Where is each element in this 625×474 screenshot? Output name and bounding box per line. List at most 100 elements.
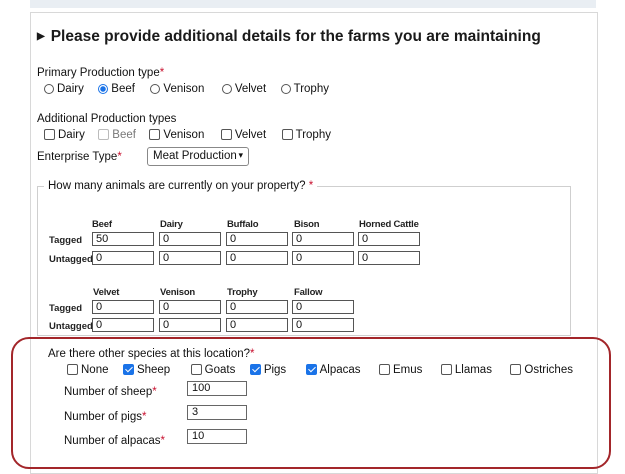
number-of-pigs-label-text: Number of pigs [64, 411, 142, 423]
checkbox-llamas[interactable]: Llamas [440, 364, 492, 376]
required-marker: * [117, 151, 122, 163]
checkbox-icon[interactable] [67, 364, 78, 375]
radio-icon[interactable] [150, 84, 161, 94]
input-untagged-velvet[interactable]: 0 [92, 318, 154, 332]
number-of-sheep-label-text: Number of sheep [64, 386, 153, 398]
radio-label: Velvet [234, 83, 267, 95]
radio-trophy[interactable]: Trophy [280, 83, 329, 95]
radio-label: Venison [163, 83, 205, 95]
number-of-alpacas-label: Number of alpacas* [64, 435, 165, 447]
input-untagged-venison[interactable]: 0 [159, 318, 221, 332]
radio-label: Beef [111, 83, 135, 95]
checkbox-emus[interactable]: Emus [379, 364, 422, 376]
section-title-text: Please provide additional details for th… [50, 28, 541, 45]
col-header-horned-cattle: Horned Cattle [359, 219, 419, 230]
checkbox-icon[interactable] [220, 129, 232, 140]
number-of-pigs-input[interactable]: 3 [187, 405, 247, 420]
radio-beef[interactable]: Beef [98, 83, 135, 95]
checkbox-icon[interactable] [149, 129, 161, 140]
enterprise-type-select[interactable]: Meat Production ▾ [147, 147, 249, 166]
radio-label: Trophy [293, 83, 329, 95]
col-header-trophy: Trophy [227, 287, 258, 298]
additional-production-options: Dairy Beef Venison Velvet Trophy [44, 127, 345, 145]
col-header-venison: Venison [160, 287, 196, 298]
checkbox-none[interactable]: None [67, 364, 109, 376]
primary-production-label-text: Primary Production type [37, 67, 160, 79]
additional-production-label: Additional Production types [37, 113, 177, 125]
required-marker: * [159, 67, 165, 79]
other-species-options: None Sheep Goats Pigs Alpacas Emus Llama… [67, 362, 587, 380]
input-untagged-horned-cattle[interactable]: 0 [358, 251, 420, 265]
col-header-beef: Beef [92, 219, 112, 230]
checkbox-icon[interactable] [281, 129, 293, 140]
row-header-tagged: Tagged [49, 303, 83, 314]
checkbox-label: Velvet [234, 128, 267, 141]
required-marker: * [308, 180, 314, 192]
input-untagged-fallow[interactable]: 0 [292, 318, 354, 332]
checkbox-label: Emus [393, 363, 423, 376]
checkbox-label: Pigs [263, 363, 287, 376]
input-tagged-horned-cattle[interactable]: 0 [358, 232, 420, 246]
radio-label: Dairy [57, 83, 84, 95]
section-title[interactable]: ▶ Please provide additional details for t… [37, 28, 541, 46]
checkbox-additional-dairy[interactable]: Dairy [44, 129, 85, 141]
chevron-down-icon: ▾ [238, 150, 243, 160]
input-untagged-dairy[interactable]: 0 [159, 251, 221, 265]
input-tagged-bison[interactable]: 0 [292, 232, 354, 246]
required-marker: * [160, 435, 166, 447]
checkbox-icon[interactable] [190, 364, 202, 375]
other-species-label: Are there other species at this location… [48, 348, 255, 360]
input-tagged-trophy[interactable]: 0 [226, 300, 288, 314]
input-tagged-velvet[interactable]: 0 [92, 300, 154, 314]
checkbox-icon[interactable] [379, 364, 391, 375]
radio-velvet[interactable]: Velvet [221, 83, 267, 95]
input-tagged-fallow[interactable]: 0 [292, 300, 354, 314]
checkbox-disabled-icon [98, 129, 110, 140]
checkbox-label: Dairy [58, 128, 85, 141]
enterprise-type-value: Meat Production [153, 150, 237, 162]
checkbox-goats[interactable]: Goats [190, 364, 235, 376]
checkbox-ostriches[interactable]: Ostriches [510, 364, 573, 376]
checkbox-label: Venison [163, 128, 205, 141]
checkbox-label: Alpacas [319, 363, 361, 376]
other-species-label-text: Are there other species at this location… [48, 348, 251, 360]
input-untagged-bison[interactable]: 0 [292, 251, 354, 265]
number-of-sheep-input[interactable]: 100 [187, 381, 247, 396]
radio-venison[interactable]: Venison [150, 83, 204, 95]
row-header-untagged: Untagged [49, 254, 93, 265]
animals-legend-text: How many animals are currently on your p… [48, 180, 306, 192]
checkbox-additional-trophy[interactable]: Trophy [281, 129, 331, 141]
checkbox-additional-venison[interactable]: Venison [149, 129, 204, 141]
radio-icon[interactable] [221, 84, 232, 94]
input-untagged-trophy[interactable]: 0 [226, 318, 288, 332]
col-header-dairy: Dairy [160, 219, 183, 230]
checkbox-icon[interactable] [44, 129, 55, 140]
enterprise-type-label-text: Enterprise Type [37, 151, 118, 163]
required-marker: * [152, 386, 157, 398]
input-untagged-buffalo[interactable]: 0 [226, 251, 288, 265]
checkbox-additional-velvet[interactable]: Velvet [220, 128, 267, 141]
input-tagged-buffalo[interactable]: 0 [226, 232, 288, 246]
animals-legend: How many animals are currently on your p… [44, 180, 318, 192]
required-marker: * [250, 348, 255, 360]
checkbox-checked-icon[interactable] [122, 364, 134, 375]
checkbox-label: None [81, 363, 109, 376]
number-of-alpacas-input[interactable]: 10 [187, 429, 247, 444]
input-untagged-beef[interactable]: 0 [92, 251, 154, 265]
checkbox-checked-icon[interactable] [305, 364, 317, 375]
input-tagged-venison[interactable]: 0 [159, 300, 221, 314]
input-tagged-beef[interactable]: 50 [92, 232, 154, 246]
radio-icon[interactable] [280, 84, 291, 94]
checkbox-checked-icon[interactable] [249, 364, 261, 375]
radio-icon[interactable] [44, 84, 54, 94]
checkbox-label: Ostriches [524, 363, 573, 376]
input-tagged-dairy[interactable]: 0 [159, 232, 221, 246]
radio-dairy[interactable]: Dairy [44, 83, 84, 95]
checkbox-icon[interactable] [440, 364, 452, 375]
radio-selected-icon[interactable] [98, 84, 109, 94]
checkbox-icon[interactable] [510, 364, 522, 375]
checkbox-alpacas[interactable]: Alpacas [305, 363, 361, 376]
checkbox-sheep[interactable]: Sheep [122, 364, 170, 376]
checkbox-additional-beef: Beef [98, 129, 136, 141]
checkbox-pigs[interactable]: Pigs [249, 363, 287, 376]
